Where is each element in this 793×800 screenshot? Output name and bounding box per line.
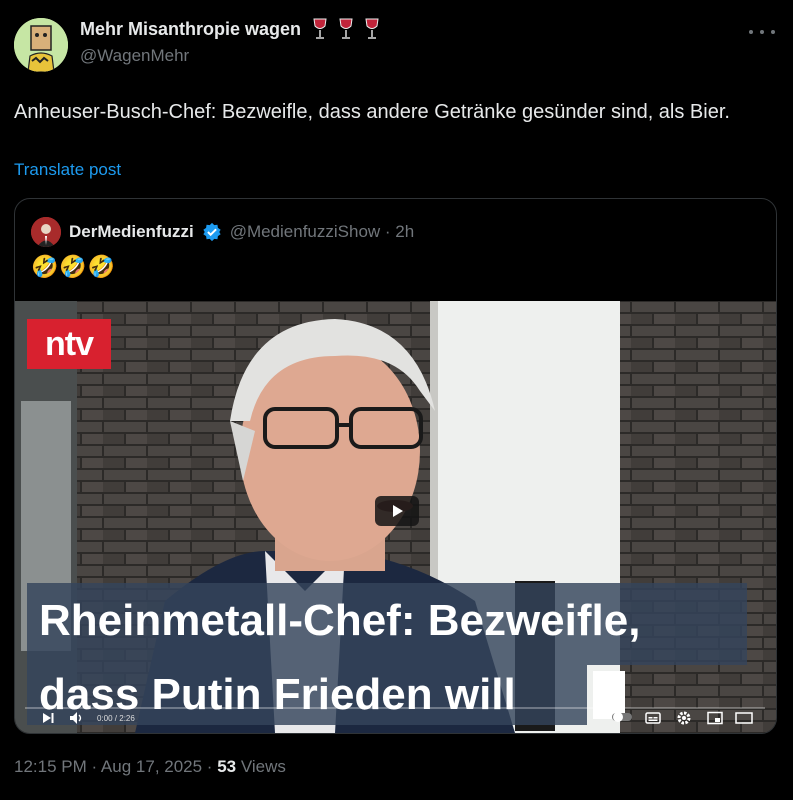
author-name-row[interactable]: Mehr Misanthropie wagen: [80, 18, 381, 40]
miniplayer-icon[interactable]: [707, 711, 723, 725]
quoted-author-name[interactable]: DerMedienfuzzi: [69, 222, 194, 242]
wine-glass-icon: [313, 18, 327, 39]
author-name[interactable]: Mehr Misanthropie wagen: [80, 19, 301, 40]
quoted-post-header: DerMedienfuzzi @MedienfuzziShow · 2h: [31, 217, 414, 247]
settings-gear-icon[interactable]: [676, 710, 692, 726]
subtitles-icon[interactable]: [645, 711, 661, 725]
caption-line-1: Rheinmetall-Chef: Bezweifle,: [39, 596, 641, 645]
video-player[interactable]: ntv Rheinmetall-Chef: Bezweifle, dass Pu…: [15, 301, 776, 733]
wine-glass-icon: [339, 18, 353, 39]
autoplay-toggle-icon[interactable]: [611, 711, 633, 723]
channel-logo: ntv: [27, 319, 111, 369]
quoted-author-avatar[interactable]: [31, 217, 61, 247]
skip-next-icon[interactable]: [41, 711, 55, 725]
theater-mode-icon[interactable]: [735, 711, 753, 725]
wine-glass-icon: [365, 18, 379, 39]
quoted-author-handle[interactable]: @MedienfuzziShow · 2h: [230, 222, 415, 242]
wine-icons: [311, 18, 381, 40]
translate-post-link[interactable]: Translate post: [14, 160, 121, 180]
more-options-icon[interactable]: [749, 22, 775, 42]
post-meta: 12:15 PM · Aug 17, 2025 · 53 Views: [14, 757, 286, 777]
author-block: Mehr Misanthropie wagen @WagenMehr: [80, 18, 381, 66]
video-time: 0:00 / 2:26: [97, 714, 135, 723]
video-controls: 0:00 / 2:26: [15, 705, 776, 733]
author-handle[interactable]: @WagenMehr: [80, 46, 381, 66]
play-button[interactable]: [375, 496, 419, 526]
author-avatar[interactable]: [14, 18, 68, 72]
quoted-post-text: 🤣🤣🤣: [31, 254, 117, 279]
post-text: Anheuser-Busch-Chef: Bezweifle, dass and…: [14, 101, 730, 123]
post: Mehr Misanthropie wagen @WagenMehr Anheu…: [0, 0, 793, 800]
views-label: Views: [236, 757, 286, 776]
quoted-post[interactable]: DerMedienfuzzi @MedienfuzziShow · 2h 🤣🤣🤣: [14, 198, 777, 734]
progress-bar[interactable]: [25, 707, 765, 709]
verified-badge-icon: [203, 222, 221, 242]
play-icon: [393, 505, 403, 517]
post-timestamp[interactable]: 12:15 PM · Aug 17, 2025 ·: [14, 757, 217, 776]
volume-icon[interactable]: [69, 711, 85, 725]
views-count: 53: [217, 757, 237, 776]
